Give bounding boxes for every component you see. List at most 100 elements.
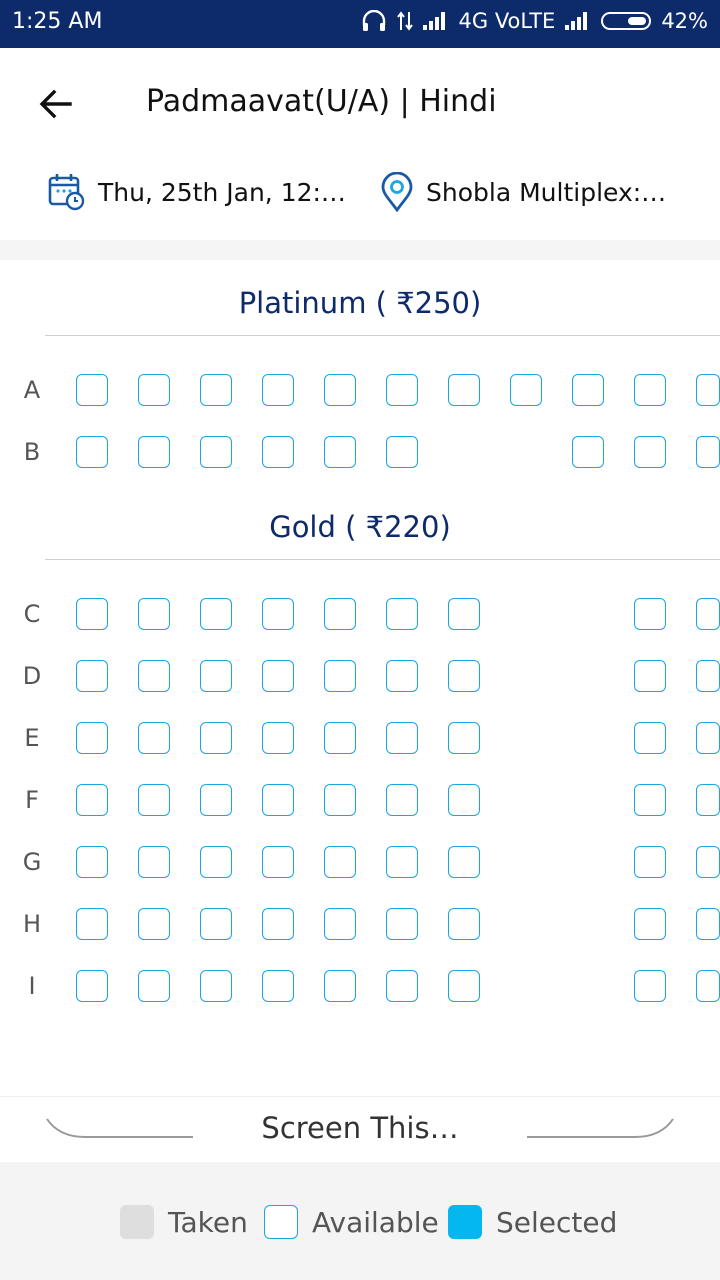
seat-a-5[interactable]: [324, 374, 356, 406]
seat-h-11[interactable]: [696, 908, 720, 940]
seat-h-6[interactable]: [386, 908, 418, 940]
seat-g-1[interactable]: [76, 846, 108, 878]
date-text: Thu, 25th Jan, 12:…: [98, 177, 346, 207]
seat-c-10[interactable]: [634, 598, 666, 630]
seat-e-7[interactable]: [448, 722, 480, 754]
seat-c-7[interactable]: [448, 598, 480, 630]
seat-a-10[interactable]: [634, 374, 666, 406]
row-label-c: C: [23, 600, 41, 628]
seat-i-4[interactable]: [262, 970, 294, 1002]
seat-h-10[interactable]: [634, 908, 666, 940]
seat-d-5[interactable]: [324, 660, 356, 692]
seat-b-2[interactable]: [138, 436, 170, 468]
legend-selected: Selected: [448, 1205, 617, 1239]
seat-c-1[interactable]: [76, 598, 108, 630]
seat-i-11[interactable]: [696, 970, 720, 1002]
seat-h-5[interactable]: [324, 908, 356, 940]
seat-h-4[interactable]: [262, 908, 294, 940]
screen-indicator: Screen This…: [0, 1096, 720, 1163]
seat-a-7[interactable]: [448, 374, 480, 406]
seat-e-1[interactable]: [76, 722, 108, 754]
seat-d-10[interactable]: [634, 660, 666, 692]
seat-f-10[interactable]: [634, 784, 666, 816]
seat-g-6[interactable]: [386, 846, 418, 878]
show-date[interactable]: Thu, 25th Jan, 12:…: [48, 172, 346, 212]
seat-c-4[interactable]: [262, 598, 294, 630]
seat-b-5[interactable]: [324, 436, 356, 468]
seat-f-1[interactable]: [76, 784, 108, 816]
seat-i-7[interactable]: [448, 970, 480, 1002]
seat-g-11[interactable]: [696, 846, 720, 878]
seat-g-10[interactable]: [634, 846, 666, 878]
seat-c-5[interactable]: [324, 598, 356, 630]
seat-f-5[interactable]: [324, 784, 356, 816]
seat-b-4[interactable]: [262, 436, 294, 468]
seat-c-2[interactable]: [138, 598, 170, 630]
seat-i-1[interactable]: [76, 970, 108, 1002]
seat-f-2[interactable]: [138, 784, 170, 816]
seat-d-11[interactable]: [696, 660, 720, 692]
seat-b-10[interactable]: [634, 436, 666, 468]
seat-d-4[interactable]: [262, 660, 294, 692]
seat-g-3[interactable]: [200, 846, 232, 878]
seat-c-3[interactable]: [200, 598, 232, 630]
back-arrow-icon[interactable]: [36, 84, 76, 124]
signal-icon: [422, 12, 449, 30]
location-pin-icon: [381, 172, 413, 212]
seat-a-8[interactable]: [510, 374, 542, 406]
seat-d-6[interactable]: [386, 660, 418, 692]
seat-b-3[interactable]: [200, 436, 232, 468]
seat-i-2[interactable]: [138, 970, 170, 1002]
seat-d-1[interactable]: [76, 660, 108, 692]
seat-f-6[interactable]: [386, 784, 418, 816]
seat-d-2[interactable]: [138, 660, 170, 692]
seat-e-6[interactable]: [386, 722, 418, 754]
seat-i-6[interactable]: [386, 970, 418, 1002]
seat-i-10[interactable]: [634, 970, 666, 1002]
seat-b-1[interactable]: [76, 436, 108, 468]
seat-h-7[interactable]: [448, 908, 480, 940]
seat-f-4[interactable]: [262, 784, 294, 816]
seat-g-5[interactable]: [324, 846, 356, 878]
show-venue[interactable]: Shobla Multiplex:…: [380, 172, 666, 212]
seat-e-11[interactable]: [696, 722, 720, 754]
seat-d-7[interactable]: [448, 660, 480, 692]
section-divider: [45, 559, 720, 560]
seat-a-4[interactable]: [262, 374, 294, 406]
signal-icon-2: [565, 12, 591, 30]
seat-g-7[interactable]: [448, 846, 480, 878]
seat-legend: Taken Available Selected: [0, 1162, 720, 1280]
seat-e-5[interactable]: [324, 722, 356, 754]
row-label-b: B: [23, 438, 41, 466]
seat-a-3[interactable]: [200, 374, 232, 406]
seat-h-2[interactable]: [138, 908, 170, 940]
seat-a-6[interactable]: [386, 374, 418, 406]
seat-g-2[interactable]: [138, 846, 170, 878]
show-info: Thu, 25th Jan, 12:… Shobla Multiplex:…: [0, 172, 720, 216]
seat-c-11[interactable]: [696, 598, 720, 630]
seat-f-3[interactable]: [200, 784, 232, 816]
seat-f-11[interactable]: [696, 784, 720, 816]
seat-g-4[interactable]: [262, 846, 294, 878]
seat-b-11[interactable]: [696, 436, 720, 468]
status-time: 1:25 AM: [12, 9, 103, 34]
seat-b-9[interactable]: [572, 436, 604, 468]
seat-h-3[interactable]: [200, 908, 232, 940]
seat-a-2[interactable]: [138, 374, 170, 406]
seat-e-10[interactable]: [634, 722, 666, 754]
seat-c-6[interactable]: [386, 598, 418, 630]
seat-a-9[interactable]: [572, 374, 604, 406]
seat-e-2[interactable]: [138, 722, 170, 754]
seat-a-1[interactable]: [76, 374, 108, 406]
seat-b-6[interactable]: [386, 436, 418, 468]
seat-e-4[interactable]: [262, 722, 294, 754]
seat-i-5[interactable]: [324, 970, 356, 1002]
seat-h-1[interactable]: [76, 908, 108, 940]
seat-e-3[interactable]: [200, 722, 232, 754]
legend-taken-label: Taken: [168, 1205, 248, 1239]
available-swatch: [264, 1205, 298, 1239]
seat-a-11[interactable]: [696, 374, 720, 406]
seat-f-7[interactable]: [448, 784, 480, 816]
seat-d-3[interactable]: [200, 660, 232, 692]
seat-i-3[interactable]: [200, 970, 232, 1002]
